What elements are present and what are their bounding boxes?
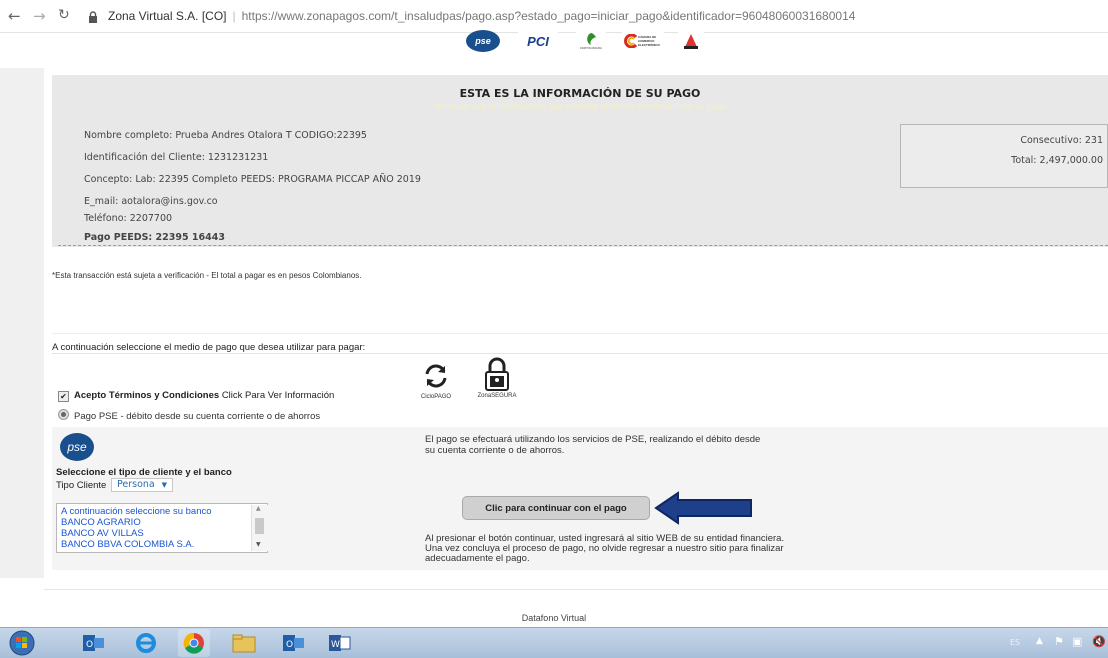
word-taskbar-icon[interactable]: W — [324, 629, 356, 657]
separator: | — [232, 9, 236, 23]
internet-explorer-icon[interactable] — [130, 629, 162, 657]
padlock-icon — [485, 357, 509, 391]
windows-taskbar: O O W ES ▲ ⚑ ▣ 🔇 — [0, 627, 1108, 658]
bank-section-heading: Seleccione el tipo de cliente y el banco — [56, 467, 232, 478]
terms-row[interactable]: ✔ Acepto Términos y Condiciones Click Par… — [58, 390, 334, 402]
svg-text:W: W — [331, 640, 340, 650]
info-pago: Pago PEEDS: 22395 16443 — [84, 232, 225, 243]
volume-muted-icon[interactable]: 🔇 — [1092, 635, 1106, 648]
pse-desc-line: El pago se efectuará utilizando los serv… — [425, 434, 761, 445]
info-identificacion: Identificación del Cliente: 1231231231 — [84, 152, 269, 163]
pse-logo-text: pse — [475, 36, 491, 46]
payment-method-prompt: A continuación seleccione el medio de pa… — [52, 342, 366, 353]
tipo-cliente-select[interactable]: Persona ▼ — [111, 478, 173, 492]
payment-info-subtitle: Verifique que la información sea correct… — [433, 102, 727, 111]
dropdown-arrow-icon: ▼ — [161, 481, 167, 489]
back-arrow-icon[interactable]: ← — [8, 7, 21, 25]
pse-option-label: Pago PSE - débito desde su cuenta corrie… — [74, 411, 321, 422]
totals-box: Consecutivo: 231 Total: 2,497,000.00 — [900, 124, 1108, 188]
divider — [52, 333, 1108, 334]
file-explorer-icon[interactable] — [228, 629, 260, 657]
total-label: Total: 2,497,000.00 — [1011, 155, 1103, 166]
left-arrow-icon — [654, 491, 752, 525]
pse-logo-large-text: pse — [67, 440, 87, 454]
ciclopago-badge: CicloPAGO — [418, 362, 454, 400]
divider — [44, 589, 1108, 590]
info-telefono: Teléfono: 2207700 — [84, 213, 173, 224]
info-nombre: Nombre completo: Prueba Andres Otalora T… — [84, 130, 367, 141]
pse-option-row[interactable]: Pago PSE - débito desde su cuenta corrie… — [58, 409, 320, 422]
footer-text: Datafono Virtual — [521, 613, 587, 623]
show-hidden-icons[interactable]: ▲ — [1036, 636, 1043, 646]
svg-text:O: O — [86, 640, 93, 650]
bank-listbox[interactable]: A continuación seleccione su banco BANCO… — [56, 503, 268, 553]
info-email: E_mail: aotalora@ins.gov.co — [84, 196, 218, 207]
reload-icon[interactable]: ↻ — [58, 7, 70, 23]
chrome-taskbar-icon[interactable] — [178, 629, 210, 657]
camara-comercio-logo: CÁMARA DE COMERCIO ELECTRÓNICO — [622, 30, 664, 52]
pse-logo-large: pse — [60, 433, 94, 461]
scroll-up-icon[interactable]: ▲ — [256, 505, 261, 512]
pse-desc-line: su cuenta corriente o de ahorros. — [425, 445, 565, 456]
pci-logo-text: PCI — [527, 33, 549, 49]
scroll-thumb[interactable] — [255, 518, 264, 534]
bank-option[interactable]: BANCO AGRARIO — [61, 517, 141, 528]
ciclopago-label: CicloPAGO — [420, 394, 452, 400]
certicamara-logo: CERTICAMARA — [576, 30, 606, 52]
lock-icon — [88, 8, 98, 27]
scroll-down-icon[interactable]: ▼ — [256, 541, 261, 548]
start-button[interactable] — [6, 629, 38, 657]
network-icon[interactable]: ▣ — [1072, 635, 1082, 648]
left-margin — [0, 68, 44, 578]
outlook-taskbar-icon[interactable]: O — [78, 629, 110, 657]
terms-info-link[interactable]: Click Para Ver Información — [222, 390, 334, 401]
address-bar[interactable]: Zona Virtual S.A. [CO] | https://www.zonap… — [108, 9, 855, 23]
action-center-flag-icon[interactable]: ⚑ — [1054, 635, 1064, 648]
info-divider — [58, 245, 1108, 246]
pci-logo: PCI — [518, 30, 558, 52]
cycle-icon — [425, 364, 447, 388]
terms-label: Acepto Términos y Condiciones — [74, 390, 220, 401]
zonasegura-label: ZonaSEGURA — [477, 393, 517, 399]
windows-logo-icon — [9, 630, 35, 656]
consecutivo-label: Consecutivo: 231 — [1020, 135, 1103, 146]
bank-option[interactable]: A continuación seleccione su banco — [61, 506, 212, 517]
bank-option[interactable]: BANCO AV VILLAS — [61, 528, 144, 539]
verification-note: *Esta transacción está sujeta a verifica… — [52, 271, 362, 280]
security-seal-icon — [678, 30, 704, 52]
continue-payment-button[interactable]: Clic para continuar con el pago — [462, 496, 650, 520]
listbox-scrollbar[interactable]: ▲ ▼ — [251, 505, 268, 551]
pse-logo: pse — [466, 30, 500, 52]
camara-logo-text: CÁMARA DE COMERCIO ELECTRÓNICO — [638, 35, 660, 47]
info-concepto: Concepto: Lab: 22395 Completo PEEDS: PRO… — [84, 174, 421, 185]
payment-info-title: ESTA ES LA INFORMACIÓN DE SU PAGO — [459, 87, 701, 100]
outlook-taskbar-icon-2[interactable]: O — [278, 629, 310, 657]
forward-arrow-icon[interactable]: → — [33, 7, 46, 25]
language-indicator[interactable]: ES — [1010, 638, 1020, 647]
pse-radio[interactable] — [58, 409, 69, 420]
terms-checkbox[interactable]: ✔ — [58, 391, 69, 402]
redirect-description: Al presionar el botón continuar, usted i… — [425, 534, 784, 564]
tipo-cliente-value: Persona — [117, 479, 155, 490]
site-label: Zona Virtual S.A. [CO] — [108, 9, 227, 23]
tipo-cliente-label: Tipo Cliente — [56, 480, 107, 491]
certicamara-logo-text: CERTICAMARA — [579, 46, 603, 50]
url-text: https://www.zonapagos.com/t_insaludpas/p… — [241, 9, 856, 23]
svg-text:O: O — [286, 640, 293, 650]
redirect-desc-line: adecuadamente el pago. — [425, 553, 530, 564]
bank-option[interactable]: BANCO BBVA COLOMBIA S.A. — [61, 539, 194, 550]
divider — [52, 353, 1108, 354]
zonasegura-badge: ZonaSEGURA — [474, 356, 520, 399]
pse-description: El pago se efectuará utilizando los serv… — [425, 434, 760, 456]
